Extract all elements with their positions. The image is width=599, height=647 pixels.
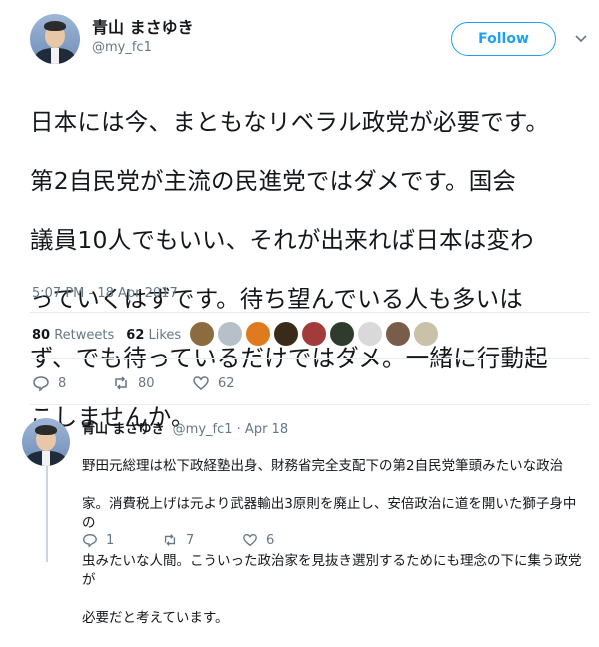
likes-stat[interactable]: 62 Likes [126, 328, 181, 343]
reply-reply-action[interactable]: 1 [82, 532, 162, 548]
reply-like-count: 6 [266, 532, 275, 548]
reply-header: 青山 まさゆき @my_fc1 · Apr 18 [82, 418, 288, 437]
reply-line: 必要だと考えています。 [82, 610, 229, 626]
follow-button[interactable]: Follow [451, 22, 556, 56]
retweets-stat-label: Retweets [54, 328, 115, 343]
heart-icon [243, 533, 257, 547]
reply-reply-count: 1 [106, 532, 115, 548]
liker-avatar[interactable] [414, 322, 438, 346]
liker-avatar[interactable] [246, 322, 270, 346]
reply-icon [33, 376, 49, 392]
reply-like-action[interactable]: 6 [242, 532, 322, 548]
reply-retweet-count: 7 [186, 532, 195, 548]
liker-avatar[interactable] [358, 322, 382, 346]
liker-avatar[interactable] [330, 322, 354, 346]
reply-line: 野田元総理は松下政経塾出身、財務省完全支配下の第2自民党筆頭みたいな政治 [82, 458, 564, 474]
divider [30, 358, 590, 359]
tweet-timestamp[interactable]: 5:07 PM - 18 Apr 2017 [32, 286, 178, 301]
divider [30, 404, 590, 405]
author-screen-name[interactable]: @my_fc1 [92, 40, 152, 55]
liker-avatar[interactable] [218, 322, 242, 346]
tweet-actions: 8 80 62 [32, 374, 272, 392]
retweet-count: 80 [138, 375, 155, 391]
retweet-icon [115, 376, 127, 390]
thread-line [46, 466, 48, 562]
liker-avatar[interactable] [274, 322, 298, 346]
reply-icon [83, 533, 97, 548]
tweet-stats: 80 Retweets 62 Likes [32, 328, 181, 343]
reply-retweet-action[interactable]: 7 [162, 532, 242, 548]
liker-avatar[interactable] [190, 322, 214, 346]
tweet-line: 第2自民党が主流の民進党ではダメです。国会 [30, 166, 517, 195]
reply-actions: 1 7 6 [82, 532, 322, 548]
retweet-action[interactable]: 80 [112, 374, 192, 392]
liker-avatar[interactable] [302, 322, 326, 346]
like-count: 62 [218, 375, 235, 391]
reply-action[interactable]: 8 [32, 374, 112, 392]
like-action[interactable]: 62 [192, 374, 272, 392]
reply-count: 8 [58, 375, 67, 391]
retweets-stat-count: 80 [32, 328, 51, 343]
heart-icon [193, 376, 209, 390]
reply-meta[interactable]: @my_fc1 · Apr 18 [173, 422, 288, 437]
liker-avatar[interactable] [386, 322, 410, 346]
reply-line: 虫みたいな人間。こういった政治家を見抜き選別するためにも理念の下に集う政党が [82, 553, 582, 588]
reply-line: 家。消費税上げは元より武器輸出3原則を廃止し、安倍政治に道を開いた獅子身中の [82, 496, 577, 531]
reply-author-avatar[interactable] [22, 418, 70, 466]
author-avatar[interactable] [30, 14, 80, 64]
retweet-icon [164, 534, 176, 546]
likes-stat-count: 62 [126, 328, 145, 343]
chevron-down-icon[interactable] [574, 32, 588, 46]
reply-author-name[interactable]: 青山 まさゆき [82, 422, 165, 437]
divider [30, 312, 590, 313]
author-display-name[interactable]: 青山 まさゆき [92, 14, 194, 38]
tweet-line: 日本には今、まともなリベラル政党が必要です。 [30, 107, 550, 136]
tweet-line: 議員10人でもいい、それが出来れば日本は変わ [30, 225, 534, 254]
liker-avatars [190, 322, 438, 346]
retweets-stat[interactable]: 80 Retweets [32, 328, 114, 343]
likes-stat-label: Likes [148, 328, 182, 343]
